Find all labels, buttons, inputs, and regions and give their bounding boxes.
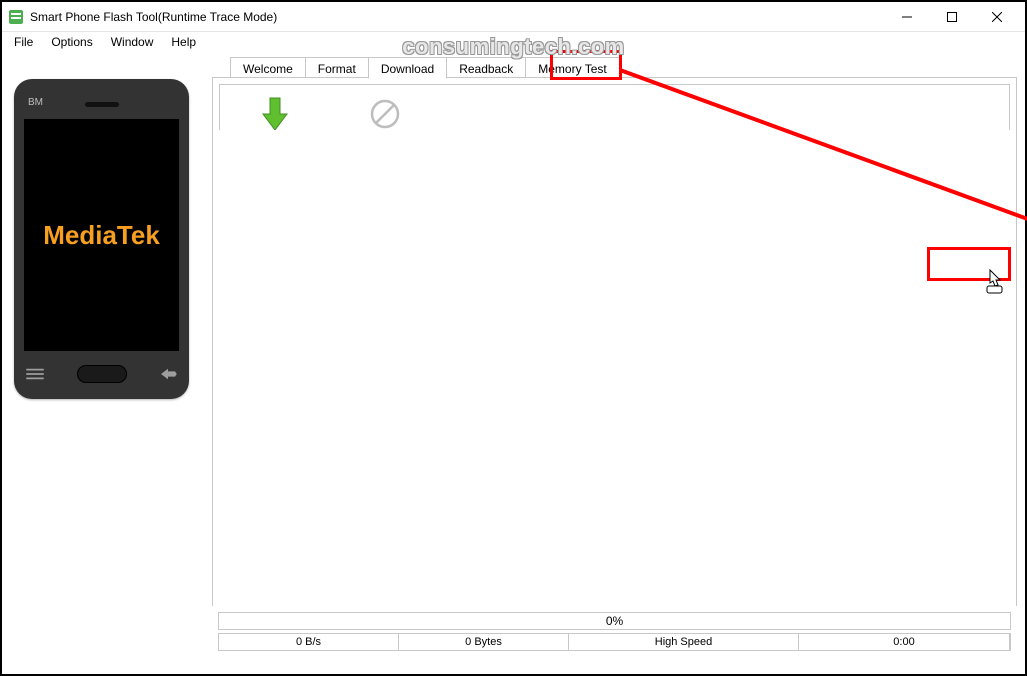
menu-file[interactable]: File: [6, 33, 41, 51]
titlebar: Smart Phone Flash Tool(Runtime Trace Mod…: [2, 2, 1025, 32]
stop-icon: [370, 99, 400, 129]
minimize-button[interactable]: [884, 3, 929, 31]
table-body: [213, 130, 1016, 635]
file-config-area: Download-Agent choose Scatter-loading Fi…: [219, 170, 1010, 590]
phone-home-button: [77, 365, 127, 383]
status-bar: 0% 0 B/s 0 Bytes High Speed 0:00: [212, 612, 1017, 666]
status-bytes: 0 Bytes: [399, 634, 569, 650]
phone-bm-label: BM: [28, 97, 43, 108]
app-icon: [8, 9, 24, 25]
window-title: Smart Phone Flash Tool(Runtime Trace Mod…: [30, 10, 277, 24]
menu-window[interactable]: Window: [103, 33, 162, 51]
status-speed: High Speed: [569, 634, 799, 650]
download-panel: Download Stop Download-Agent: [212, 77, 1017, 606]
phone-back-icon: [157, 367, 179, 381]
menubar: File Options Window Help: [2, 32, 1025, 52]
download-icon: [261, 96, 289, 132]
tab-format[interactable]: Format: [305, 57, 369, 79]
partition-table: Name Begin Address End Address Location: [228, 316, 1001, 581]
tab-readback[interactable]: Readback: [446, 57, 526, 79]
status-cells: 0 B/s 0 Bytes High Speed 0:00: [218, 633, 1011, 651]
status-rate: 0 B/s: [219, 634, 399, 650]
tab-bar: Welcome Format Download Readback Memory …: [212, 54, 1017, 78]
tab-welcome[interactable]: Welcome: [230, 57, 306, 79]
progress-value: 0%: [606, 614, 623, 628]
tab-memory-test[interactable]: Memory Test: [525, 57, 619, 79]
phone-menu-icon: [24, 367, 46, 381]
menu-options[interactable]: Options: [43, 33, 100, 51]
tab-download[interactable]: Download: [368, 57, 447, 79]
phone-brand: MediaTek: [43, 220, 160, 251]
status-time: 0:00: [799, 634, 1010, 650]
close-button[interactable]: [974, 3, 1019, 31]
progress-bar: 0%: [218, 612, 1011, 630]
phone-illustration: BM MediaTek: [14, 79, 189, 399]
menu-help[interactable]: Help: [163, 33, 204, 51]
maximize-button[interactable]: [929, 3, 974, 31]
